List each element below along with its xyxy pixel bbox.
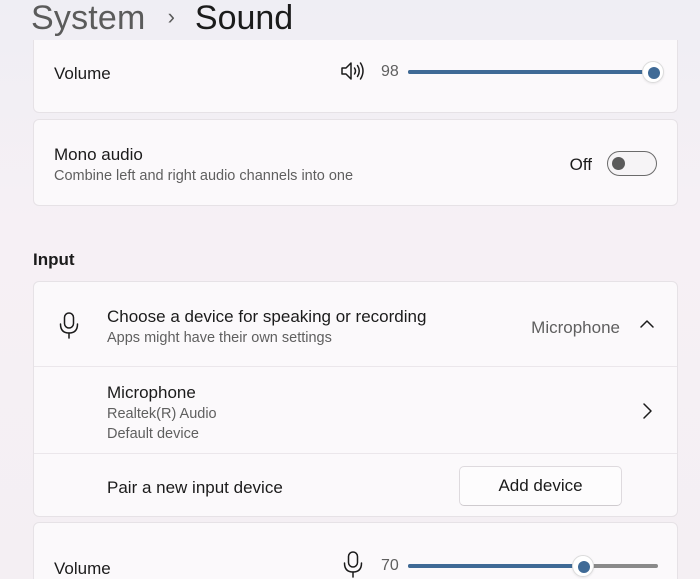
- breadcrumb: System › Sound: [31, 0, 293, 40]
- device-driver: Realtek(R) Audio: [107, 406, 217, 422]
- input-volume-fill: [408, 564, 583, 568]
- input-volume-label: Volume: [54, 559, 111, 578]
- mono-audio-card: Mono audio Combine left and right audio …: [33, 119, 678, 206]
- pair-input-device-row: Pair a new input device Add device: [34, 453, 677, 517]
- input-volume-thumb[interactable]: [572, 555, 594, 577]
- output-volume-fill: [408, 70, 653, 74]
- mono-audio-state: Off: [569, 155, 592, 174]
- output-volume-value: 98: [381, 63, 399, 80]
- input-volume-slider[interactable]: [408, 555, 658, 577]
- input-volume-card: Volume 70: [33, 522, 678, 579]
- microphone-icon[interactable]: [342, 551, 364, 579]
- device-status: Default device: [107, 426, 199, 442]
- input-section-title: Input: [33, 250, 75, 269]
- input-volume-value: 70: [381, 557, 399, 574]
- device-name: Microphone: [107, 383, 196, 402]
- page-title: Sound: [194, 0, 294, 37]
- selected-input-device: Microphone: [531, 318, 620, 337]
- input-device-microphone-row[interactable]: Microphone Realtek(R) Audio Default devi…: [34, 366, 677, 453]
- pair-device-label: Pair a new input device: [107, 478, 283, 497]
- output-volume-thumb[interactable]: [642, 61, 664, 83]
- microphone-icon: [58, 312, 80, 345]
- chevron-right-icon[interactable]: [641, 402, 653, 425]
- mono-audio-toggle[interactable]: [607, 151, 657, 176]
- choose-input-device-row[interactable]: Choose a device for speaking or recordin…: [34, 282, 677, 366]
- breadcrumb-system[interactable]: System: [31, 0, 146, 38]
- output-volume-card: Volume 98: [33, 40, 678, 113]
- speaker-volume-icon[interactable]: [340, 60, 366, 87]
- breadcrumb-separator: ›: [167, 4, 175, 29]
- output-volume-label: Volume: [54, 64, 111, 83]
- choose-device-label: Choose a device for speaking or recordin…: [107, 307, 427, 326]
- input-settings-group: Choose a device for speaking or recordin…: [33, 281, 678, 517]
- mono-audio-label: Mono audio: [54, 145, 143, 164]
- choose-device-description: Apps might have their own settings: [107, 330, 332, 346]
- toggle-knob: [612, 157, 625, 170]
- mono-audio-description: Combine left and right audio channels in…: [54, 168, 354, 184]
- chevron-up-icon[interactable]: [639, 317, 655, 335]
- output-volume-slider[interactable]: [408, 61, 664, 83]
- add-device-button[interactable]: Add device: [459, 466, 622, 506]
